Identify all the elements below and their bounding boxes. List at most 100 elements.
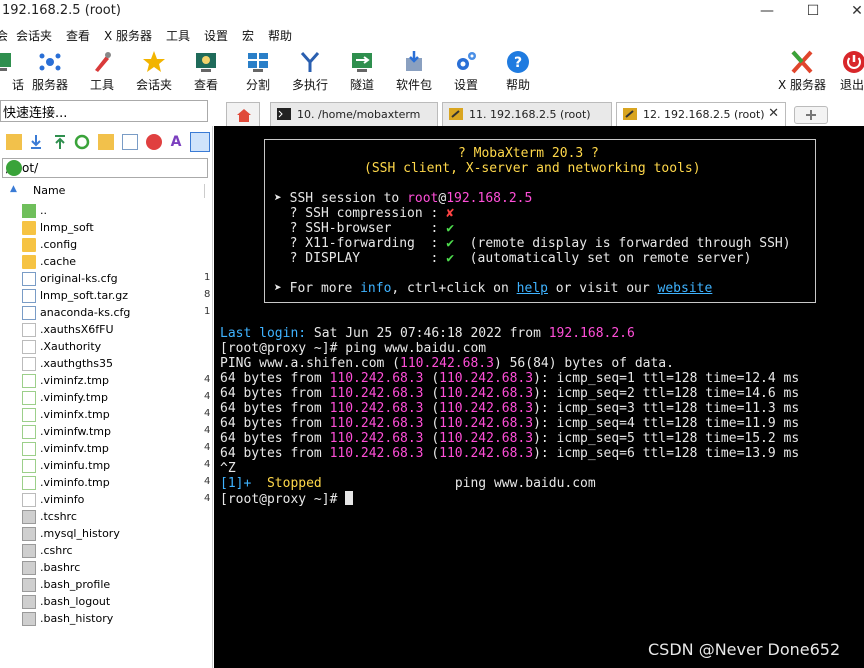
toolbar-servers-button[interactable]: 服务器 bbox=[26, 50, 74, 93]
view-icon bbox=[196, 53, 216, 72]
file-row[interactable]: .viminfw.tmp 4 bbox=[22, 424, 210, 441]
minimize-button[interactable]: — bbox=[744, 0, 790, 24]
file-row[interactable]: .. bbox=[22, 203, 210, 220]
file-size: 1 bbox=[204, 272, 211, 283]
quick-connect-input[interactable] bbox=[1, 101, 205, 121]
quick-connect bbox=[0, 100, 208, 122]
maximize-button[interactable]: ☐ bbox=[790, 0, 836, 24]
toolbar-session-button[interactable]: 话 bbox=[0, 50, 26, 93]
close-button[interactable]: ✕ bbox=[834, 0, 864, 24]
upload-icon[interactable] bbox=[52, 134, 68, 150]
file-row[interactable]: .viminfy.tmp 4 bbox=[22, 390, 210, 407]
help-icon: ? bbox=[507, 51, 529, 73]
menu-item-view[interactable]: 查看 bbox=[66, 27, 90, 44]
banner-title: ? MobaXterm 20.3 ? bbox=[458, 146, 599, 161]
file-row[interactable]: .viminfz.tmp 4 bbox=[22, 373, 210, 390]
download-icon[interactable] bbox=[28, 134, 44, 150]
file-name: .viminfv.tmp bbox=[40, 442, 109, 455]
file-row[interactable]: .viminfx.tmp 4 bbox=[22, 407, 210, 424]
file-row[interactable]: .cshrc bbox=[22, 543, 210, 560]
website-link[interactable]: website bbox=[658, 281, 713, 296]
file-row[interactable]: .bash_history bbox=[22, 611, 210, 628]
menu-item-macros[interactable]: 宏 bbox=[242, 27, 254, 44]
toolbar-tunnel-button[interactable]: 隧道 bbox=[338, 50, 386, 93]
help-link[interactable]: help bbox=[517, 281, 548, 296]
file-name: .viminfw.tmp bbox=[40, 425, 111, 438]
toolbar-exit-button[interactable]: 退出 bbox=[830, 50, 864, 93]
toolbar-multiexec-button[interactable]: 多执行 bbox=[286, 50, 334, 93]
close-tab-icon[interactable]: ✕ bbox=[768, 106, 779, 121]
toolbar-tools-button[interactable]: 工具 bbox=[78, 50, 126, 93]
tab-session-10[interactable]: 10. /home/mobaxterm bbox=[270, 102, 438, 126]
menu-item-settings[interactable]: 设置 bbox=[204, 27, 228, 44]
column-separator[interactable] bbox=[204, 184, 205, 198]
menu-item-partial[interactable]: 会 bbox=[0, 27, 8, 44]
check-icon[interactable] bbox=[6, 160, 22, 176]
power-icon bbox=[843, 51, 864, 73]
file-row[interactable]: lnmp_soft bbox=[22, 220, 210, 237]
banner-compression-line: ? SSH compression : ✘ bbox=[274, 206, 455, 221]
file-row[interactable]: .bashrc bbox=[22, 560, 210, 577]
file-row[interactable]: .xauthsX6fFU bbox=[22, 322, 210, 339]
ping-reply-line: 64 bytes from 110.242.68.3 (110.242.68.3… bbox=[220, 371, 800, 386]
file-row[interactable]: .tcshrc bbox=[22, 509, 210, 526]
gear-icon bbox=[457, 52, 476, 70]
tab-session-12[interactable]: 12. 192.168.2.5 (root) ✕ bbox=[616, 102, 786, 127]
new-folder-icon[interactable] bbox=[98, 134, 114, 150]
file-icon bbox=[22, 493, 36, 507]
file-size: 8 bbox=[204, 289, 211, 300]
file-size: 4 bbox=[204, 391, 211, 402]
toolbar-sessions-button[interactable]: 会话夹 bbox=[130, 50, 178, 93]
toolbar-help-button[interactable]: ? 帮助 bbox=[494, 50, 542, 93]
file-icon bbox=[22, 425, 36, 439]
file-name: .Xauthority bbox=[40, 340, 102, 353]
terminal-icon bbox=[277, 108, 291, 120]
tab-session-11[interactable]: 11. 192.168.2.5 (root) bbox=[442, 102, 612, 126]
file-row[interactable]: .bash_profile bbox=[22, 577, 210, 594]
toolbar-split-button[interactable]: 分割 bbox=[234, 50, 282, 93]
file-row[interactable]: .viminfo.tmp 4 bbox=[22, 475, 210, 492]
job-line: [1]+ Stopped ping www.baidu.com bbox=[220, 476, 596, 491]
terminal-pane[interactable]: ? MobaXterm 20.3 ? (SSH client, X-server… bbox=[214, 126, 864, 668]
file-row[interactable]: anaconda-ks.cfg 1 bbox=[22, 305, 210, 322]
column-header[interactable]: ▲ Name bbox=[0, 182, 212, 200]
toolbar-xserver-button[interactable]: X 服务器 bbox=[778, 50, 826, 93]
file-row[interactable]: .mysql_history bbox=[22, 526, 210, 543]
file-row[interactable]: .xauthgths35 bbox=[22, 356, 210, 373]
file-icon bbox=[22, 561, 36, 575]
file-row[interactable]: .viminfo 4 bbox=[22, 492, 210, 509]
file-row[interactable]: .viminfv.tmp 4 bbox=[22, 441, 210, 458]
menu-item-sessions[interactable]: 会话夹 bbox=[16, 27, 52, 44]
home-icon bbox=[237, 109, 251, 122]
folder-icon bbox=[22, 221, 36, 235]
path-input[interactable]: /root/ bbox=[2, 158, 208, 178]
toolbar-view-button[interactable]: 查看 bbox=[182, 50, 230, 93]
refresh-icon[interactable] bbox=[74, 134, 90, 150]
file-row[interactable]: lnmp_soft.tar.gz 8 bbox=[22, 288, 210, 305]
parent-folder-icon[interactable] bbox=[6, 134, 22, 150]
file-row[interactable]: .Xauthority bbox=[22, 339, 210, 356]
menu-item-help[interactable]: 帮助 bbox=[268, 27, 292, 44]
new-tab-button[interactable] bbox=[794, 106, 828, 124]
file-row[interactable]: original-ks.cfg 1 bbox=[22, 271, 210, 288]
file-icon bbox=[22, 595, 36, 609]
file-row[interactable]: .config bbox=[22, 237, 210, 254]
menu-item-tools[interactable]: 工具 bbox=[166, 27, 190, 44]
new-file-icon[interactable] bbox=[122, 134, 138, 150]
rename-icon[interactable]: A bbox=[168, 134, 184, 150]
info-link[interactable]: info bbox=[360, 281, 391, 296]
file-row[interactable]: .cache bbox=[22, 254, 210, 271]
follow-terminal-icon[interactable] bbox=[190, 132, 210, 152]
tab-label: 11. 192.168.2.5 (root) bbox=[469, 108, 591, 121]
title-bar: 192.168.2.5 (root) — ☐ ✕ bbox=[0, 0, 864, 24]
file-row[interactable]: .bash_logout bbox=[22, 594, 210, 611]
toolbar-packages-button[interactable]: 软件包 bbox=[390, 50, 438, 93]
delete-icon[interactable] bbox=[146, 134, 162, 150]
home-tab[interactable] bbox=[226, 102, 260, 126]
toolbar-label: 服务器 bbox=[31, 78, 68, 92]
file-row[interactable]: .viminfu.tmp 4 bbox=[22, 458, 210, 475]
menu-item-xserver[interactable]: X 服务器 bbox=[104, 27, 152, 44]
toolbar-label: 退出 bbox=[840, 78, 864, 92]
file-name: .viminfo.tmp bbox=[40, 476, 110, 489]
toolbar-settings-button[interactable]: 设置 bbox=[442, 50, 490, 93]
